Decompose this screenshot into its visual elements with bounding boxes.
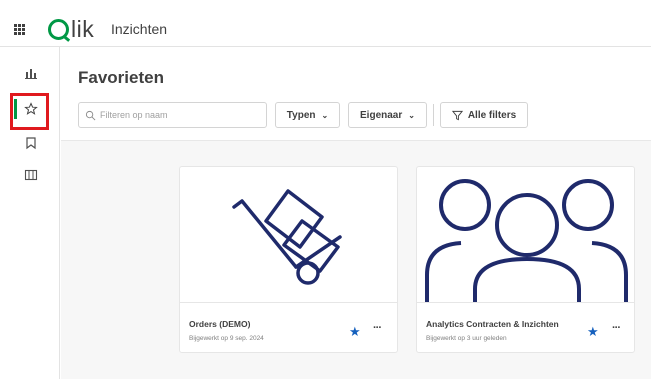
- card-thumbnail: [180, 167, 397, 303]
- owner-filter-button[interactable]: Eigenaar ⌄: [348, 102, 427, 128]
- analytics-icon: [25, 69, 37, 79]
- page-title: Favorieten: [78, 68, 164, 87]
- favorites-highlight-box: [10, 93, 49, 130]
- card-title: Analytics Contracten & Inzichten: [426, 319, 559, 329]
- favorite-star-icon[interactable]: ★: [587, 325, 599, 338]
- more-options-icon[interactable]: ···: [612, 323, 621, 334]
- rail-item-analytics[interactable]: [21, 63, 41, 83]
- app-launcher-icon[interactable]: [14, 24, 25, 35]
- logo-text: lik: [71, 15, 95, 42]
- app-card-analytics[interactable]: Analytics Contracten & Inzichten Bijgewe…: [416, 166, 635, 353]
- logo-q-mark: [48, 18, 69, 40]
- search-field[interactable]: [78, 102, 267, 128]
- app-card-orders[interactable]: Orders (DEMO) Bijgewerkt op 9 sep. 2024 …: [179, 166, 398, 353]
- favorite-star-icon[interactable]: ★: [349, 325, 361, 338]
- chevron-down-icon: ⌄: [408, 110, 415, 120]
- rail-item-collections[interactable]: [21, 133, 41, 153]
- top-bar: lik Inzichten: [0, 10, 651, 47]
- chevron-down-icon: ⌄: [321, 110, 329, 120]
- type-filter-label: Typen: [286, 109, 316, 121]
- users-group-icon: [425, 179, 628, 302]
- bookmark-icon: [26, 137, 36, 150]
- more-options-icon[interactable]: ···: [373, 323, 382, 334]
- type-filter-button[interactable]: Typen ⌄: [275, 102, 340, 128]
- hand-truck-icon: [232, 189, 342, 285]
- card-updated-text: Bijgewerkt op 3 uur geleden: [426, 335, 507, 342]
- owner-filter-label: Eigenaar: [360, 109, 403, 121]
- search-icon: [85, 110, 96, 120]
- card-title: Orders (DEMO): [189, 319, 251, 329]
- all-filters-label: Alle filters: [467, 109, 517, 121]
- all-filters-button[interactable]: Alle filters: [440, 102, 528, 128]
- rail-item-catalog[interactable]: [21, 165, 41, 185]
- filter-funnel-icon: [451, 110, 463, 120]
- search-input[interactable]: [100, 110, 260, 120]
- card-thumbnail: [417, 167, 634, 303]
- card-updated-text: Bijgewerkt op 9 sep. 2024: [189, 335, 264, 342]
- catalog-icon: [24, 169, 38, 181]
- qlik-logo[interactable]: lik: [48, 16, 94, 42]
- app-title: Inzichten: [111, 21, 168, 37]
- filter-divider: [433, 104, 434, 126]
- left-rail: [0, 47, 60, 379]
